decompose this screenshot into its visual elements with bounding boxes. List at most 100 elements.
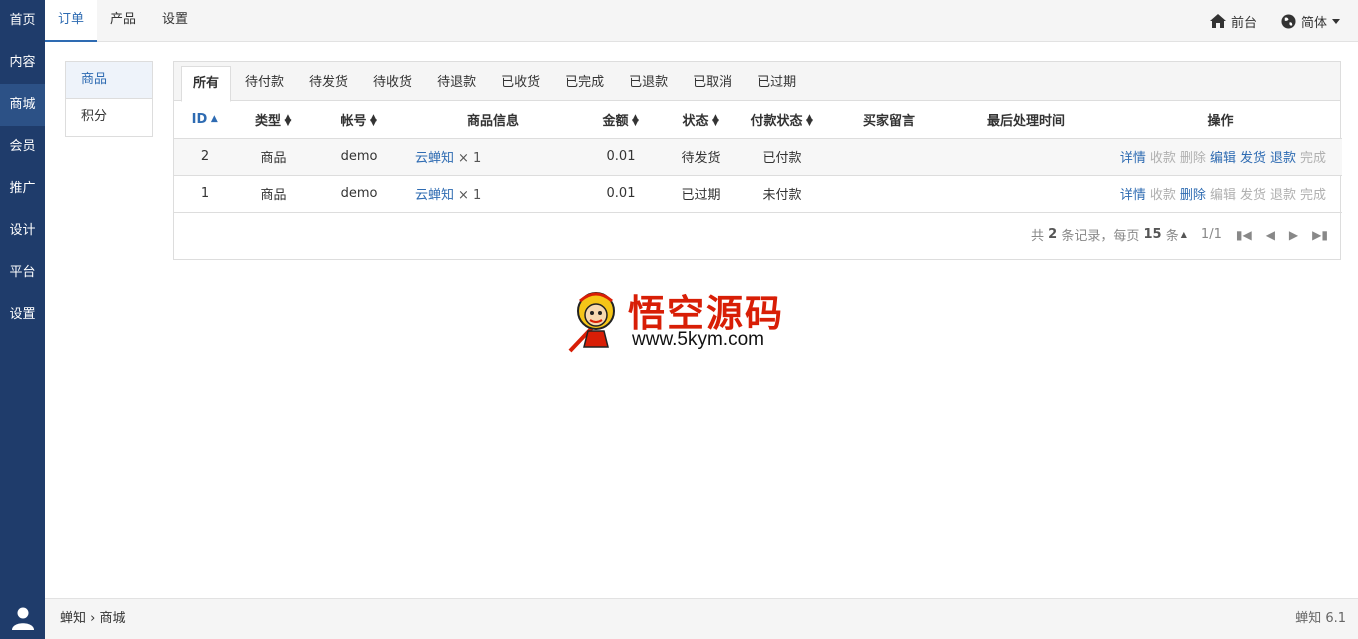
table-row: 1 商品 demo 云蝉知 × 1 0.01 已过期 未付款 详情 收款 删除 编辑 发货… bbox=[174, 175, 1342, 213]
tab-products[interactable]: 产品 bbox=[97, 0, 149, 42]
filter-received[interactable]: 已收货 bbox=[490, 66, 551, 101]
pager-per-page[interactable]: 15 bbox=[1144, 227, 1162, 242]
sidebar-item-promotion[interactable]: 推广 bbox=[0, 168, 45, 210]
cell-amount: 0.01 bbox=[579, 175, 663, 213]
cell-last-time bbox=[953, 175, 1099, 213]
filter-refunded[interactable]: 已退款 bbox=[618, 66, 679, 101]
th-last-time: 最后处理时间 bbox=[953, 101, 1099, 139]
tab-orders[interactable]: 订单 bbox=[45, 0, 98, 42]
next-page-icon[interactable]: ▶ bbox=[1289, 228, 1298, 242]
th-type[interactable]: 类型 ▲ ▼ bbox=[236, 101, 311, 139]
monkey-mascot-icon bbox=[568, 292, 615, 353]
sort-icon: ▲ ▼ bbox=[370, 113, 377, 129]
ship-link[interactable]: 发货 bbox=[1240, 151, 1266, 166]
edit-link[interactable]: 编辑 bbox=[1210, 151, 1236, 166]
sort-icon: ▲ ▼ bbox=[806, 113, 813, 129]
pager-total: 2 bbox=[1048, 227, 1058, 242]
watermark-url: www.5kym.com bbox=[632, 329, 764, 350]
language-label: 简体 bbox=[1300, 15, 1327, 31]
sort-icon: ▲ ▼ bbox=[712, 113, 719, 129]
filter-expired[interactable]: 已过期 bbox=[746, 66, 807, 101]
cell-account: demo bbox=[311, 175, 407, 213]
globe-icon bbox=[1281, 13, 1296, 29]
frontend-label: 前台 bbox=[1230, 15, 1257, 31]
home-icon bbox=[1209, 14, 1226, 28]
goods-link[interactable]: 云蝉知 bbox=[415, 151, 454, 166]
cell-pay-status: 已付款 bbox=[739, 138, 825, 176]
edit-link: 编辑 bbox=[1209, 188, 1236, 203]
breadcrumb-current[interactable]: 商城 bbox=[100, 611, 126, 626]
watermark-logo: 悟空源码 www.5kym.com bbox=[566, 283, 796, 355]
top-bar: 订单 产品 设置 前台 简体 bbox=[45, 0, 1358, 42]
user-icon bbox=[11, 607, 34, 630]
sidebar-item-shop[interactable]: 商城 bbox=[0, 84, 45, 126]
cell-type: 商品 bbox=[236, 138, 311, 176]
filter-finished[interactable]: 已完成 bbox=[554, 66, 615, 101]
cell-last-time bbox=[953, 138, 1099, 176]
th-pay-status[interactable]: 付款状态 ▲ ▼ bbox=[739, 101, 825, 139]
caret-down-icon bbox=[1332, 18, 1340, 24]
finish-link: 完成 bbox=[1299, 188, 1326, 203]
cell-id: 1 bbox=[174, 175, 236, 213]
pagination: 共 2 条记录，每页 15 条 ▲ 1/1 ▮◀ ◀ ▶ ▶▮ bbox=[1031, 225, 1328, 244]
prev-page-icon[interactable]: ◀ bbox=[1266, 228, 1275, 242]
pager-prefix: 共 bbox=[1031, 229, 1045, 244]
cell-pay-status: 未付款 bbox=[739, 175, 825, 213]
th-message: 买家留言 bbox=[825, 101, 953, 139]
cell-status: 已过期 bbox=[663, 175, 739, 213]
goods-qty: × 1 bbox=[458, 188, 482, 203]
detail-link[interactable]: 详情 bbox=[1120, 188, 1146, 203]
sidebar-item-member[interactable]: 会员 bbox=[0, 126, 45, 168]
cell-type: 商品 bbox=[236, 175, 311, 213]
cell-goods: 云蝉知 × 1 bbox=[407, 175, 579, 213]
cell-message bbox=[825, 138, 953, 176]
delete-link[interactable]: 删除 bbox=[1180, 188, 1206, 203]
tab-settings[interactable]: 设置 bbox=[149, 0, 201, 42]
th-amount[interactable]: 金额 ▲ ▼ bbox=[579, 101, 663, 139]
breadcrumb: 蝉知 › 商城 bbox=[60, 599, 126, 639]
filter-pending-payment[interactable]: 待付款 bbox=[234, 66, 295, 101]
user-menu-button[interactable] bbox=[0, 597, 45, 639]
th-id[interactable]: ID ▲ bbox=[174, 101, 236, 139]
last-page-icon[interactable]: ▶▮ bbox=[1312, 228, 1328, 242]
sidebar-item-content[interactable]: 内容 bbox=[0, 42, 45, 84]
filter-canceled[interactable]: 已取消 bbox=[682, 66, 743, 101]
sidebar-item-design[interactable]: 设计 bbox=[0, 210, 45, 252]
breadcrumb-root[interactable]: 蝉知 bbox=[60, 611, 86, 626]
top-tabs: 订单 产品 设置 bbox=[45, 0, 201, 42]
breadcrumb-separator-icon: › bbox=[90, 611, 96, 626]
language-selector[interactable]: 简体 bbox=[1281, 12, 1340, 31]
delete-link: 删除 bbox=[1179, 151, 1206, 166]
filter-pending-receipt[interactable]: 待收货 bbox=[362, 66, 423, 101]
detail-link[interactable]: 详情 bbox=[1120, 151, 1146, 166]
cell-id: 2 bbox=[174, 138, 236, 176]
sort-icon: ▲ ▼ bbox=[632, 113, 639, 129]
orders-panel: 所有 待付款 待发货 待收货 待退款 已收货 已完成 已退款 已取消 已过期 I… bbox=[173, 61, 1342, 260]
status-filter-tabs: 所有 待付款 待发货 待收货 待退款 已收货 已完成 已退款 已取消 已过期 bbox=[174, 62, 1340, 102]
first-page-icon[interactable]: ▮◀ bbox=[1236, 228, 1252, 242]
sidebar-item-settings[interactable]: 设置 bbox=[0, 294, 45, 336]
filter-all[interactable]: 所有 bbox=[181, 66, 232, 102]
table-header-row: ID ▲ 类型 ▲ ▼ 帐号 ▲ ▼ 商品信息 金额 ▲ ▼ 状态 ▲ ▼ 付款状态 ▲ ▼ 买家留言… bbox=[174, 101, 1342, 139]
table-row: 2 商品 demo 云蝉知 × 1 0.01 待发货 已付款 详情 收款 删除 编辑 发货… bbox=[174, 138, 1342, 176]
ship-link: 发货 bbox=[1239, 188, 1266, 203]
filter-pending-refund[interactable]: 待退款 bbox=[426, 66, 487, 101]
pager-mid: 条记录，每页 bbox=[1061, 229, 1140, 244]
caret-up-icon[interactable]: ▲ bbox=[1181, 230, 1187, 239]
sidebar-item-platform[interactable]: 平台 bbox=[0, 252, 45, 294]
filter-pending-delivery[interactable]: 待发货 bbox=[298, 66, 359, 101]
finish-link: 完成 bbox=[1299, 151, 1326, 166]
th-status[interactable]: 状态 ▲ ▼ bbox=[663, 101, 739, 139]
th-account[interactable]: 帐号 ▲ ▼ bbox=[311, 101, 407, 139]
refund-link: 退款 bbox=[1269, 188, 1296, 203]
sidebar-item-home[interactable]: 首页 bbox=[0, 0, 45, 42]
cell-goods: 云蝉知 × 1 bbox=[407, 138, 579, 176]
pager-suffix: 条 bbox=[1165, 229, 1179, 244]
goods-link[interactable]: 云蝉知 bbox=[415, 188, 454, 203]
cell-status: 待发货 bbox=[663, 138, 739, 176]
submenu-item-goods[interactable]: 商品 bbox=[66, 62, 152, 99]
submenu-item-points[interactable]: 积分 bbox=[66, 99, 152, 136]
refund-link[interactable]: 退款 bbox=[1270, 151, 1296, 166]
frontend-link[interactable]: 前台 bbox=[1209, 12, 1257, 31]
version-label: 蝉知 6.1 bbox=[1295, 611, 1346, 626]
